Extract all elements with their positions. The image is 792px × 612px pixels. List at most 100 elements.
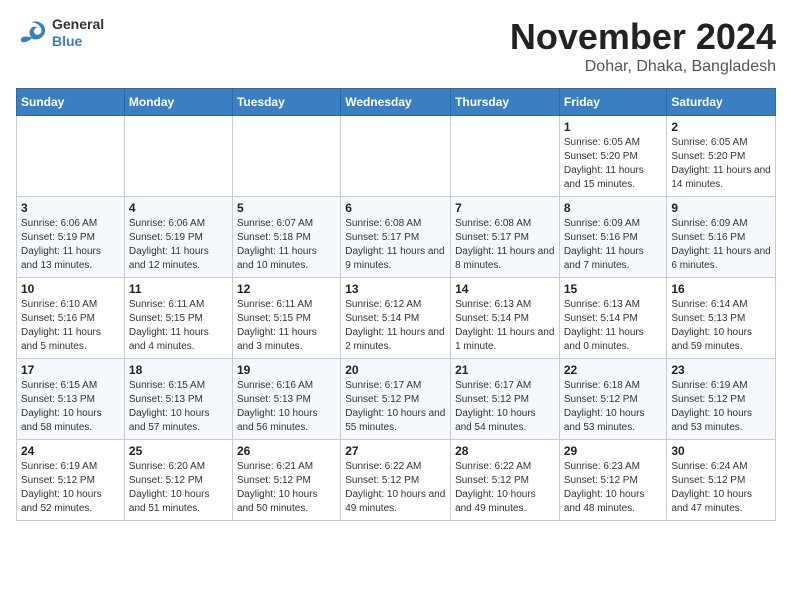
day-info: Sunrise: 6:05 AM Sunset: 5:20 PM Dayligh… — [671, 136, 771, 192]
day-info: Sunrise: 6:16 AM Sunset: 5:13 PM Dayligh… — [237, 379, 336, 435]
calendar-week-row: 17 Sunrise: 6:15 AM Sunset: 5:13 PM Dayli… — [17, 359, 776, 440]
day-info: Sunrise: 6:22 AM Sunset: 5:12 PM Dayligh… — [455, 460, 555, 516]
calendar-day: 24 Sunrise: 6:19 AM Sunset: 5:12 PM Dayli… — [17, 440, 125, 521]
calendar-day: 21 Sunrise: 6:17 AM Sunset: 5:12 PM Dayli… — [451, 359, 560, 440]
day-number: 28 — [455, 444, 555, 458]
calendar-day — [124, 116, 232, 197]
title-block: November 2024 Dohar, Dhaka, Bangladesh — [510, 16, 776, 76]
calendar-day: 17 Sunrise: 6:15 AM Sunset: 5:13 PM Dayli… — [17, 359, 125, 440]
calendar-day: 27 Sunrise: 6:22 AM Sunset: 5:12 PM Dayli… — [341, 440, 451, 521]
day-number: 22 — [564, 363, 663, 377]
day-number: 8 — [564, 201, 663, 215]
day-info: Sunrise: 6:21 AM Sunset: 5:12 PM Dayligh… — [237, 460, 336, 516]
day-info: Sunrise: 6:18 AM Sunset: 5:12 PM Dayligh… — [564, 379, 663, 435]
weekday-header: Monday — [124, 89, 232, 116]
day-info: Sunrise: 6:15 AM Sunset: 5:13 PM Dayligh… — [21, 379, 120, 435]
calendar-week-row: 10 Sunrise: 6:10 AM Sunset: 5:16 PM Dayli… — [17, 278, 776, 359]
calendar-day: 9 Sunrise: 6:09 AM Sunset: 5:16 PM Daylig… — [667, 197, 776, 278]
calendar-day: 7 Sunrise: 6:08 AM Sunset: 5:17 PM Daylig… — [451, 197, 560, 278]
day-number: 16 — [671, 282, 771, 296]
day-number: 10 — [21, 282, 120, 296]
day-number: 13 — [345, 282, 446, 296]
day-info: Sunrise: 6:11 AM Sunset: 5:15 PM Dayligh… — [129, 298, 228, 354]
calendar-week-row: 3 Sunrise: 6:06 AM Sunset: 5:19 PM Daylig… — [17, 197, 776, 278]
day-info: Sunrise: 6:05 AM Sunset: 5:20 PM Dayligh… — [564, 136, 663, 192]
day-info: Sunrise: 6:07 AM Sunset: 5:18 PM Dayligh… — [237, 217, 336, 273]
calendar-day: 8 Sunrise: 6:09 AM Sunset: 5:16 PM Daylig… — [559, 197, 667, 278]
calendar-day — [232, 116, 340, 197]
day-info: Sunrise: 6:13 AM Sunset: 5:14 PM Dayligh… — [455, 298, 555, 354]
weekday-header: Tuesday — [232, 89, 340, 116]
day-info: Sunrise: 6:10 AM Sunset: 5:16 PM Dayligh… — [21, 298, 120, 354]
day-info: Sunrise: 6:19 AM Sunset: 5:12 PM Dayligh… — [21, 460, 120, 516]
day-number: 21 — [455, 363, 555, 377]
day-number: 9 — [671, 201, 771, 215]
calendar-table: SundayMondayTuesdayWednesdayThursdayFrid… — [16, 88, 776, 521]
calendar-day: 25 Sunrise: 6:20 AM Sunset: 5:12 PM Dayli… — [124, 440, 232, 521]
day-number: 4 — [129, 201, 228, 215]
calendar-day: 15 Sunrise: 6:13 AM Sunset: 5:14 PM Dayli… — [559, 278, 667, 359]
day-number: 5 — [237, 201, 336, 215]
calendar-day: 28 Sunrise: 6:22 AM Sunset: 5:12 PM Dayli… — [451, 440, 560, 521]
calendar-day: 19 Sunrise: 6:16 AM Sunset: 5:13 PM Dayli… — [232, 359, 340, 440]
day-number: 7 — [455, 201, 555, 215]
day-info: Sunrise: 6:08 AM Sunset: 5:17 PM Dayligh… — [455, 217, 555, 273]
calendar-day: 3Sunrise: 6:06 AM Sunset: 5:19 PM Daylig… — [17, 197, 125, 278]
calendar-day: 10 Sunrise: 6:10 AM Sunset: 5:16 PM Dayli… — [17, 278, 125, 359]
day-info: Sunrise: 6:09 AM Sunset: 5:16 PM Dayligh… — [564, 217, 663, 273]
day-info: Sunrise: 6:20 AM Sunset: 5:12 PM Dayligh… — [129, 460, 228, 516]
day-number: 11 — [129, 282, 228, 296]
calendar-day: 1 Sunrise: 6:05 AM Sunset: 5:20 PM Daylig… — [559, 116, 667, 197]
location: Dohar, Dhaka, Bangladesh — [510, 58, 776, 76]
calendar-day: 20Sunrise: 6:17 AM Sunset: 5:12 PM Dayli… — [341, 359, 451, 440]
logo-bird-icon — [16, 19, 48, 47]
calendar-day: 11 Sunrise: 6:11 AM Sunset: 5:15 PM Dayli… — [124, 278, 232, 359]
day-number: 14 — [455, 282, 555, 296]
calendar-day: 29Sunrise: 6:23 AM Sunset: 5:12 PM Dayli… — [559, 440, 667, 521]
day-number: 17 — [21, 363, 120, 377]
day-info: Sunrise: 6:24 AM Sunset: 5:12 PM Dayligh… — [671, 460, 771, 516]
day-number: 3 — [21, 201, 120, 215]
calendar-day: 18Sunrise: 6:15 AM Sunset: 5:13 PM Dayli… — [124, 359, 232, 440]
calendar-week-row: 24 Sunrise: 6:19 AM Sunset: 5:12 PM Dayli… — [17, 440, 776, 521]
day-info: Sunrise: 6:22 AM Sunset: 5:12 PM Dayligh… — [345, 460, 446, 516]
day-number: 26 — [237, 444, 336, 458]
day-number: 20 — [345, 363, 446, 377]
weekday-header: Thursday — [451, 89, 560, 116]
calendar-day: 4 Sunrise: 6:06 AM Sunset: 5:19 PM Daylig… — [124, 197, 232, 278]
day-number: 15 — [564, 282, 663, 296]
calendar-day: 22 Sunrise: 6:18 AM Sunset: 5:12 PM Dayli… — [559, 359, 667, 440]
calendar-day — [17, 116, 125, 197]
logo-text: General Blue — [52, 16, 104, 50]
day-number: 27 — [345, 444, 446, 458]
day-info: Sunrise: 6:17 AM Sunset: 5:12 PM Dayligh… — [455, 379, 555, 435]
day-info: Sunrise: 6:09 AM Sunset: 5:16 PM Dayligh… — [671, 217, 771, 273]
calendar-day: 13 Sunrise: 6:12 AM Sunset: 5:14 PM Dayli… — [341, 278, 451, 359]
logo-blue: Blue — [52, 33, 82, 49]
day-info: Sunrise: 6:13 AM Sunset: 5:14 PM Dayligh… — [564, 298, 663, 354]
day-number: 23 — [671, 363, 771, 377]
day-number: 24 — [21, 444, 120, 458]
day-number: 19 — [237, 363, 336, 377]
weekday-header: Wednesday — [341, 89, 451, 116]
day-number: 29 — [564, 444, 663, 458]
month-title: November 2024 — [510, 16, 776, 58]
weekday-header: Sunday — [17, 89, 125, 116]
calendar-day — [451, 116, 560, 197]
calendar-day: 16Sunrise: 6:14 AM Sunset: 5:13 PM Dayli… — [667, 278, 776, 359]
calendar-header: SundayMondayTuesdayWednesdayThursdayFrid… — [17, 89, 776, 116]
calendar-day — [341, 116, 451, 197]
day-number: 30 — [671, 444, 771, 458]
day-number: 12 — [237, 282, 336, 296]
day-number: 25 — [129, 444, 228, 458]
day-info: Sunrise: 6:08 AM Sunset: 5:17 PM Dayligh… — [345, 217, 446, 273]
logo-general: General — [52, 16, 104, 32]
day-info: Sunrise: 6:19 AM Sunset: 5:12 PM Dayligh… — [671, 379, 771, 435]
logo: General Blue — [16, 16, 104, 50]
day-info: Sunrise: 6:12 AM Sunset: 5:14 PM Dayligh… — [345, 298, 446, 354]
day-info: Sunrise: 6:11 AM Sunset: 5:15 PM Dayligh… — [237, 298, 336, 354]
day-number: 1 — [564, 120, 663, 134]
calendar-week-row: 1 Sunrise: 6:05 AM Sunset: 5:20 PM Daylig… — [17, 116, 776, 197]
day-info: Sunrise: 6:06 AM Sunset: 5:19 PM Dayligh… — [129, 217, 228, 273]
calendar-day: 2Sunrise: 6:05 AM Sunset: 5:20 PM Daylig… — [667, 116, 776, 197]
